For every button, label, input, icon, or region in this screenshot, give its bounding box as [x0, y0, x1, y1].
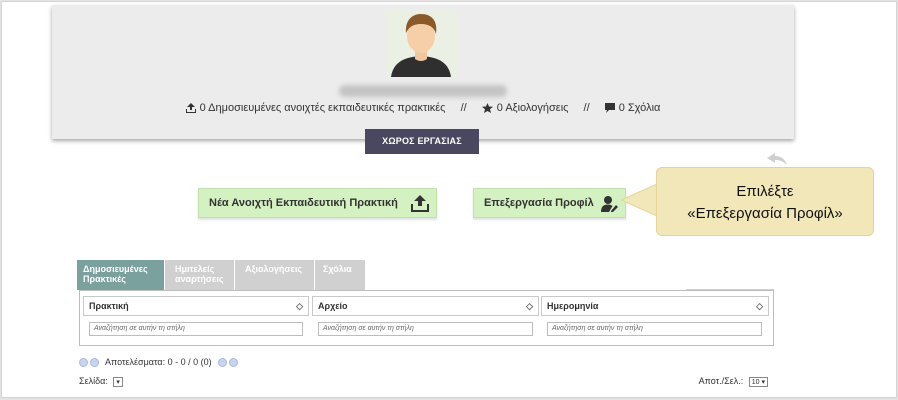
callout-line-2: «Επεξεργασία Προφίλ»	[687, 205, 843, 222]
prev-page-button[interactable]	[90, 358, 99, 368]
user-edit-icon	[601, 196, 618, 212]
page-frame: 0 Δημοσιευμένες ανοιχτές εκπαιδευτικές π…	[1, 1, 897, 398]
callout-pointer-icon	[621, 184, 657, 216]
stats-comments: 0 Σχόλια	[618, 102, 661, 115]
username-blurred	[339, 85, 507, 97]
tab-incomplete-posts[interactable]: Ημιτελείς αναρτήσεις	[165, 260, 234, 290]
column-header-date[interactable]: Ημερομηνία ◇	[541, 296, 769, 316]
sort-icon: ◇	[756, 301, 763, 311]
tab-label-line-1: Ημιτελείς	[175, 264, 215, 274]
upload-icon	[185, 103, 196, 114]
avatar	[385, 9, 457, 77]
instruction-callout: Επιλέξτε «Επεξεργασία Προφίλ»	[656, 167, 874, 236]
next-page-button[interactable]	[218, 358, 228, 368]
per-page-label: Αποτ./Σελ.:	[698, 376, 744, 386]
tab-published-practices[interactable]: Δημοσιευμένες Πρακτικές	[77, 260, 164, 290]
back-arrow-icon[interactable]	[767, 153, 787, 165]
edit-profile-label: Επεξεργασία Προφίλ	[484, 197, 594, 209]
results-value: 0 - 0 / 0 (0)	[167, 357, 212, 367]
tab-ratings[interactable]: Αξιολογήσεις	[235, 260, 314, 290]
star-icon	[481, 103, 493, 114]
per-page-row: Αποτ./Σελ.: 10 ▾	[699, 376, 768, 387]
avatar-icon	[385, 9, 457, 77]
stats-practices: 0 Δημοσιευμένες ανοιχτές εκπαιδευτικές π…	[199, 102, 446, 115]
column-header-label: Πρακτική	[89, 301, 129, 311]
workspace-tab[interactable]: ΧΩΡΟΣ ΕΡΓΑΣΙΑΣ	[365, 129, 479, 154]
new-practice-label: Νέα Ανοιχτή Εκπαιδευτική Πρακτική	[209, 197, 398, 209]
profile-header: 0 Δημοσιευμένες ανοιχτές εκπαιδευτικές π…	[52, 5, 794, 139]
new-practice-button[interactable]: Νέα Ανοιχτή Εκπαιδευτική Πρακτική	[198, 188, 437, 218]
pager: Αποτελέσματα: 0 - 0 / 0 (0)	[79, 357, 240, 368]
filter-input-file[interactable]: Αναζήτηση σε αυτήν τη στήλη	[318, 322, 533, 336]
sort-icon: ◇	[526, 301, 533, 311]
page-select[interactable]: ▾	[113, 376, 123, 387]
tab-comments[interactable]: Σχόλια	[315, 260, 365, 290]
callout-line-1: Επιλέξτε	[736, 183, 794, 200]
filter-input-date[interactable]: Αναζήτηση σε αυτήν τη στήλη	[547, 322, 762, 336]
tab-label-line-1: Σχόλια	[323, 264, 352, 274]
per-page-select[interactable]: 10 ▾	[748, 376, 768, 387]
stats-separator: //	[460, 102, 467, 115]
tab-label-line-2: αναρτήσεις	[175, 274, 224, 284]
filter-input-practice[interactable]: Αναζήτηση σε αυτήν τη στήλη	[89, 322, 303, 336]
upload-icon	[411, 195, 429, 212]
tab-label-line-1: Αξιολογήσεις	[245, 264, 303, 274]
comment-icon	[604, 103, 615, 114]
page-label: Σελίδα:	[79, 376, 108, 386]
practices-table: Πρακτική ◇ Αρχείο ◇ Ημερομηνία ◇ Αναζήτη…	[79, 290, 774, 346]
column-header-practice[interactable]: Πρακτική ◇	[83, 296, 309, 316]
edit-profile-button[interactable]: Επεξεργασία Προφίλ	[473, 188, 626, 218]
results-label: Αποτελέσματα:	[105, 357, 166, 367]
stats-separator: //	[583, 102, 590, 115]
per-page-value: 10	[751, 378, 760, 386]
column-header-file[interactable]: Αρχείο ◇	[312, 296, 539, 316]
column-header-label: Αρχείο	[318, 301, 348, 311]
sort-icon: ◇	[296, 301, 303, 311]
stats-ratings: 0 Αξιολογήσεις	[496, 102, 569, 115]
last-page-button[interactable]	[229, 358, 239, 368]
tab-label-line-1: Δημοσιευμένες	[83, 264, 148, 274]
tab-label-line-2: Πρακτικές	[83, 274, 126, 284]
profile-stats: 0 Δημοσιευμένες ανοιχτές εκπαιδευτικές π…	[52, 102, 794, 114]
column-header-label: Ημερομηνία	[547, 301, 599, 311]
page-selector-row: Σελίδα: ▾	[79, 376, 123, 387]
first-page-button[interactable]	[79, 358, 88, 368]
